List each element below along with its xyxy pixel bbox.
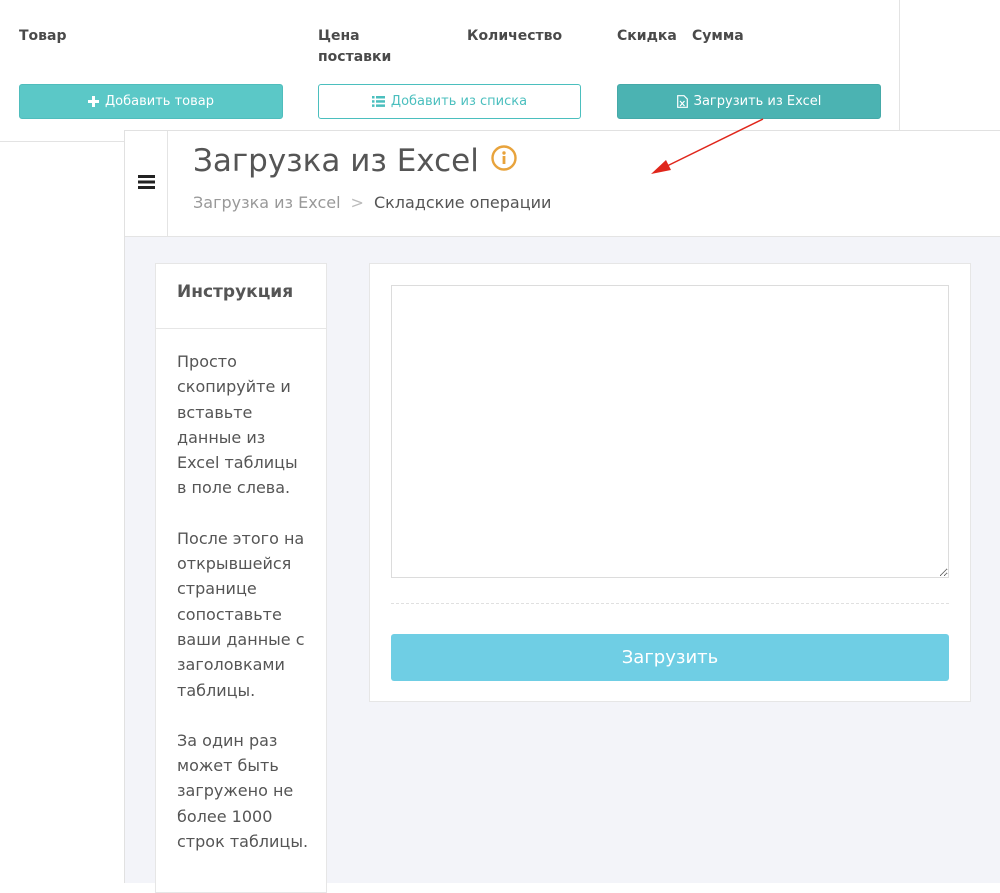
excel-paste-textarea[interactable] [391,285,949,578]
column-header-supply-price: Цена поставки [318,28,392,65]
excel-file-icon [676,95,688,108]
import-excel-button[interactable]: Загрузить из Excel [617,84,881,119]
info-icon[interactable] [491,141,517,181]
list-icon [371,96,385,107]
menu-toggle-button[interactable] [125,131,168,236]
column-header-product: Товар [19,28,67,44]
import-excel-label: Загрузить из Excel [693,94,822,109]
excel-import-window: Загрузка из Excel Загрузка из Excel > Скла… [124,130,1000,893]
instruction-paragraph: Просто скопируйте и вставьте данные из E… [177,352,298,498]
column-header-quantity: Количество [467,28,563,44]
upload-button-label: Загрузить [621,647,719,668]
add-from-list-label: Добавить из списка [390,94,528,109]
column-header-sum: Сумма [692,28,744,44]
breadcrumb-current: Складские операции [373,193,552,212]
plus-icon [88,96,99,107]
breadcrumb-parent-link[interactable]: Загрузка из Excel [193,193,341,212]
column-header-discount: Скидка [617,28,677,44]
import-form-card: Загрузить [369,263,971,702]
instruction-paragraph: После этого на открывшейся странице сопо… [177,528,305,700]
page-header: Загрузка из Excel Загрузка из Excel > Скла… [125,131,1000,237]
hamburger-menu-icon [137,174,155,193]
instruction-body: Просто скопируйте и вставьте данные из E… [156,329,326,854]
instruction-card: Инструкция Просто скопируйте и вставьте … [155,263,327,893]
add-from-list-button[interactable]: Добавить из списка [318,84,581,119]
add-product-label: Добавить товар [105,94,214,109]
upload-button[interactable]: Загрузить [391,634,949,681]
invoice-panel: Товар Цена поставки Количество Скидка Су… [0,0,900,142]
page-title-text: Загрузка из Excel [193,143,479,179]
instruction-title: Инструкция [156,264,326,329]
breadcrumb-separator: > [350,193,364,212]
page-title: Загрузка из Excel [193,141,517,181]
instruction-paragraph: За один раз может быть загружено не боле… [177,730,309,852]
breadcrumb: Загрузка из Excel > Складские операции [193,191,551,215]
add-product-button[interactable]: Добавить товар [19,84,283,119]
form-divider [391,603,949,604]
